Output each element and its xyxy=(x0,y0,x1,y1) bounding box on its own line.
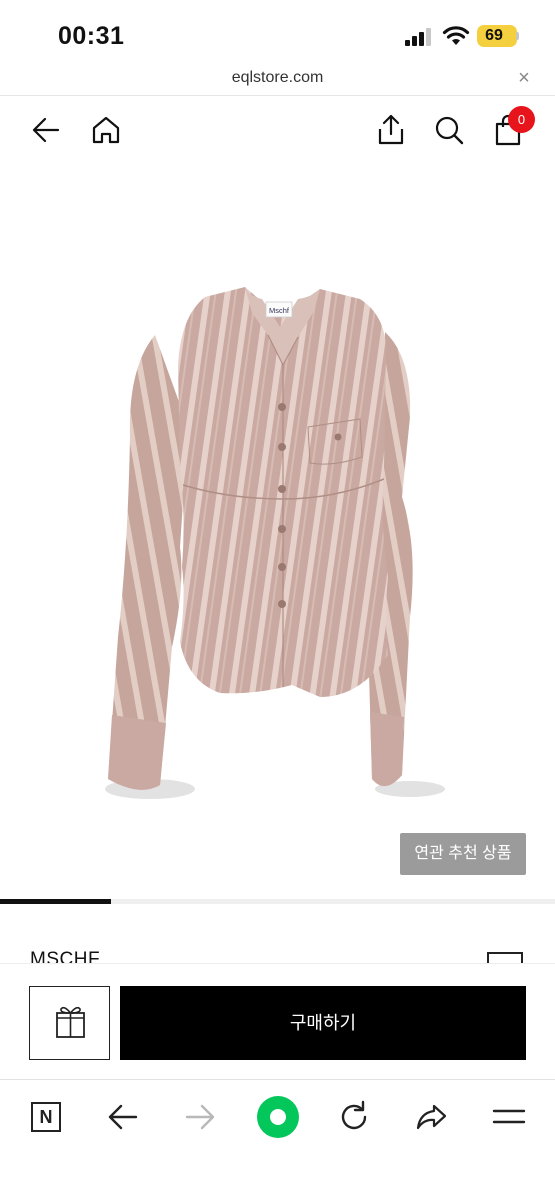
forward-icon[interactable] xyxy=(181,1098,219,1136)
status-time: 00:31 xyxy=(58,22,125,50)
cellular-signal-icon xyxy=(405,28,431,46)
battery-tip xyxy=(516,32,519,40)
brand-section: MSCHF xyxy=(0,905,555,963)
home-icon[interactable] xyxy=(89,113,123,147)
share-icon[interactable] xyxy=(374,113,408,147)
menu-icon[interactable] xyxy=(490,1098,528,1136)
share-icon[interactable] xyxy=(412,1098,450,1136)
search-icon[interactable] xyxy=(432,113,466,147)
cart-count-badge: 0 xyxy=(508,106,535,133)
battery-indicator: 69 xyxy=(477,25,517,47)
brand-tag: Mschf xyxy=(269,306,290,315)
brand-name[interactable]: MSCHF xyxy=(30,949,100,963)
close-icon[interactable]: × xyxy=(513,67,535,89)
naver-icon[interactable]: N xyxy=(31,1102,61,1132)
buy-button[interactable]: 구매하기 xyxy=(120,986,526,1060)
url-text[interactable]: eqlstore.com xyxy=(0,69,555,87)
status-bar: 00:31 69 xyxy=(0,0,555,62)
url-bar[interactable]: eqlstore.com × xyxy=(0,62,555,96)
reload-icon[interactable] xyxy=(335,1098,373,1136)
image-slider-progress xyxy=(0,899,111,904)
shirt-image: Mschf xyxy=(105,287,445,799)
purchase-bar: 구매하기 xyxy=(0,963,555,1079)
green-dot-icon[interactable] xyxy=(255,1094,301,1140)
brand-follow-icon[interactable] xyxy=(487,952,523,963)
product-image[interactable]: Mschf xyxy=(0,167,555,900)
browser-toolbar: N xyxy=(0,1079,555,1200)
gift-button[interactable] xyxy=(29,986,110,1060)
back-arrow-icon[interactable] xyxy=(30,113,64,147)
back-icon[interactable] xyxy=(104,1098,142,1136)
app-header xyxy=(0,97,555,167)
battery-level: 69 xyxy=(485,27,503,44)
wifi-icon xyxy=(442,26,470,45)
related-products-button[interactable]: 연관 추천 상품 xyxy=(400,833,526,875)
gift-icon xyxy=(56,1006,85,1038)
